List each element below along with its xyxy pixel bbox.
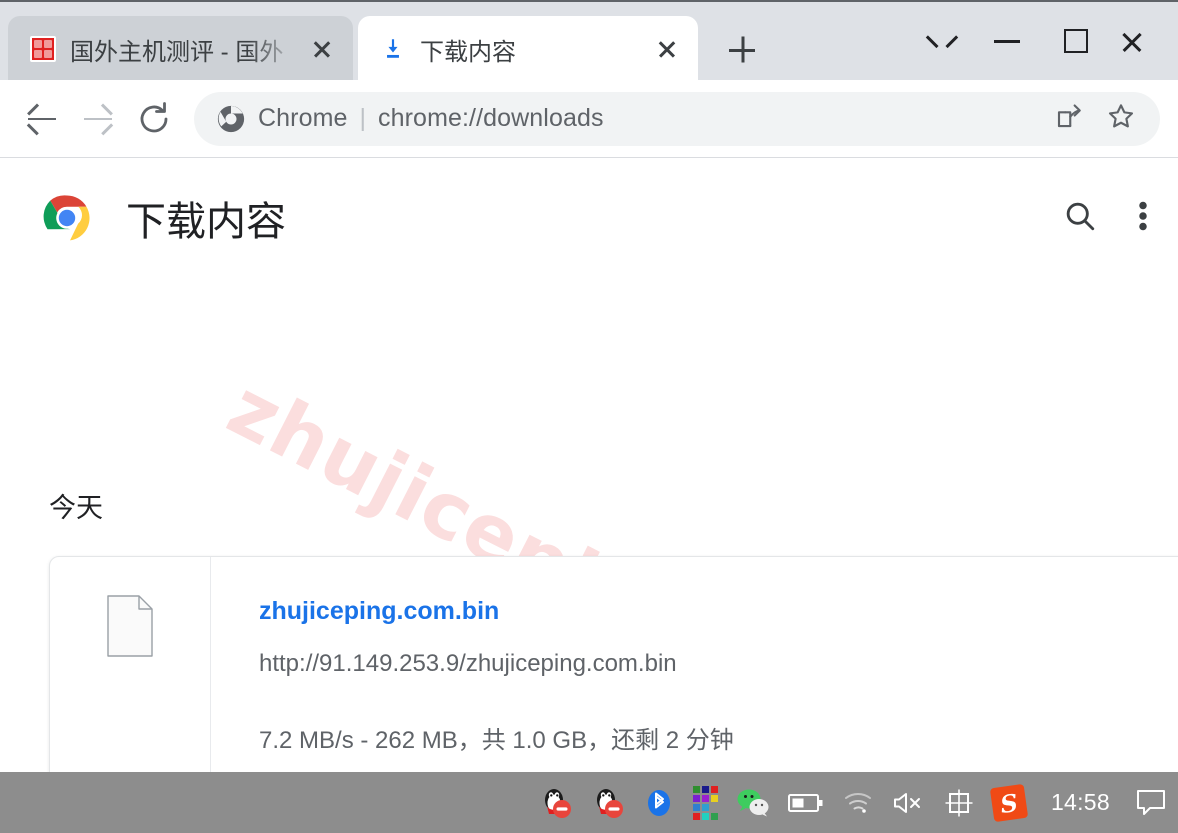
page-title: 下载内容: [126, 200, 286, 244]
download-icon: [380, 36, 406, 62]
share-icon[interactable]: [1054, 101, 1084, 136]
download-file-icon-column: [50, 557, 211, 772]
tab-downloads[interactable]: 下载内容: [358, 16, 698, 82]
search-icon[interactable]: [1062, 198, 1098, 239]
sogou-logo: S: [989, 783, 1029, 822]
tab-close-icon[interactable]: [650, 32, 684, 66]
color-grid-icon[interactable]: [684, 772, 727, 833]
red-seal-favicon: [30, 36, 56, 62]
browser-toolbar: Chrome | chrome://downloads: [0, 80, 1178, 158]
taskbar-clock[interactable]: 14:58: [1035, 789, 1126, 816]
omnibox-separator: |: [359, 104, 367, 132]
forward-arrow-icon: [84, 103, 113, 135]
maximize-icon: [1064, 29, 1088, 53]
downloads-header: 下载内容: [0, 158, 1178, 278]
window-controls: [906, 2, 1178, 82]
ime-indicator[interactable]: [935, 772, 983, 833]
wifi-icon[interactable]: [833, 772, 883, 833]
reload-icon: [140, 101, 168, 132]
back-button[interactable]: [14, 91, 70, 147]
back-arrow-icon: [27, 103, 56, 135]
more-vertical-icon[interactable]: [1138, 198, 1148, 239]
omnibox-scheme-label: Chrome: [258, 104, 348, 132]
reload-button[interactable]: [126, 91, 182, 147]
tab-close-icon[interactable]: [305, 32, 339, 66]
windows-taskbar: S 14:58: [0, 772, 1178, 833]
tab-background[interactable]: 国外主机测评 - 国外: [8, 16, 353, 82]
forward-button[interactable]: [70, 91, 126, 147]
browser-window: 国外主机测评 - 国外 下载内容 Chrome | chrome://downl…: [0, 0, 1178, 772]
close-window-button[interactable]: [1110, 2, 1178, 82]
download-source-url: http://91.149.253.9/zhujiceping.com.bin: [259, 650, 677, 677]
download-item-card[interactable]: zhujiceping.com.bin http://91.149.253.9/…: [49, 556, 1178, 772]
generic-file-icon: [107, 595, 153, 657]
notifications-icon[interactable]: [1126, 772, 1178, 833]
maximize-button[interactable]: [1042, 2, 1110, 82]
header-actions: [1062, 198, 1148, 239]
minimize-icon: [994, 40, 1020, 43]
omnibox-actions: [1054, 101, 1142, 136]
qq-icon[interactable]: [530, 772, 582, 833]
close-icon: [1120, 30, 1144, 54]
download-details: zhujiceping.com.bin http://91.149.253.9/…: [211, 557, 1178, 772]
battery-icon[interactable]: [779, 772, 833, 833]
section-heading-today: 今天: [49, 493, 103, 523]
screen: 国外主机测评 - 国外 下载内容 Chrome | chrome://downl…: [0, 0, 1178, 833]
omnibox-url: chrome://downloads: [378, 104, 604, 132]
sogou-icon[interactable]: S: [983, 772, 1035, 833]
tab-search-button[interactable]: [906, 2, 974, 82]
wechat-icon[interactable]: [727, 772, 779, 833]
download-filename-link[interactable]: zhujiceping.com.bin: [259, 597, 1178, 626]
bluetooth-icon[interactable]: [634, 772, 684, 833]
chevron-down-icon: [928, 31, 950, 53]
tab-title: 国外主机测评 - 国外: [70, 38, 284, 66]
system-tray: S 14:58: [530, 772, 1178, 833]
tab-strip: 国外主机测评 - 国外 下载内容: [0, 0, 1178, 82]
address-bar[interactable]: Chrome | chrome://downloads: [194, 91, 1160, 146]
minimize-button[interactable]: [974, 2, 1042, 82]
chrome-mono-icon: [216, 104, 246, 134]
bookmark-star-icon[interactable]: [1106, 101, 1136, 136]
tab-title: 下载内容: [420, 38, 516, 66]
download-status-text: 7.2 MB/s - 262 MB，共 1.0 GB，还剩 2 分钟: [259, 727, 734, 754]
volume-muted-icon[interactable]: [883, 772, 935, 833]
qq-icon-2[interactable]: [582, 772, 634, 833]
downloads-page: zhujiceping.com 下载内容: [0, 158, 1178, 772]
chrome-logo: [40, 191, 94, 245]
new-tab-button[interactable]: [718, 26, 766, 74]
